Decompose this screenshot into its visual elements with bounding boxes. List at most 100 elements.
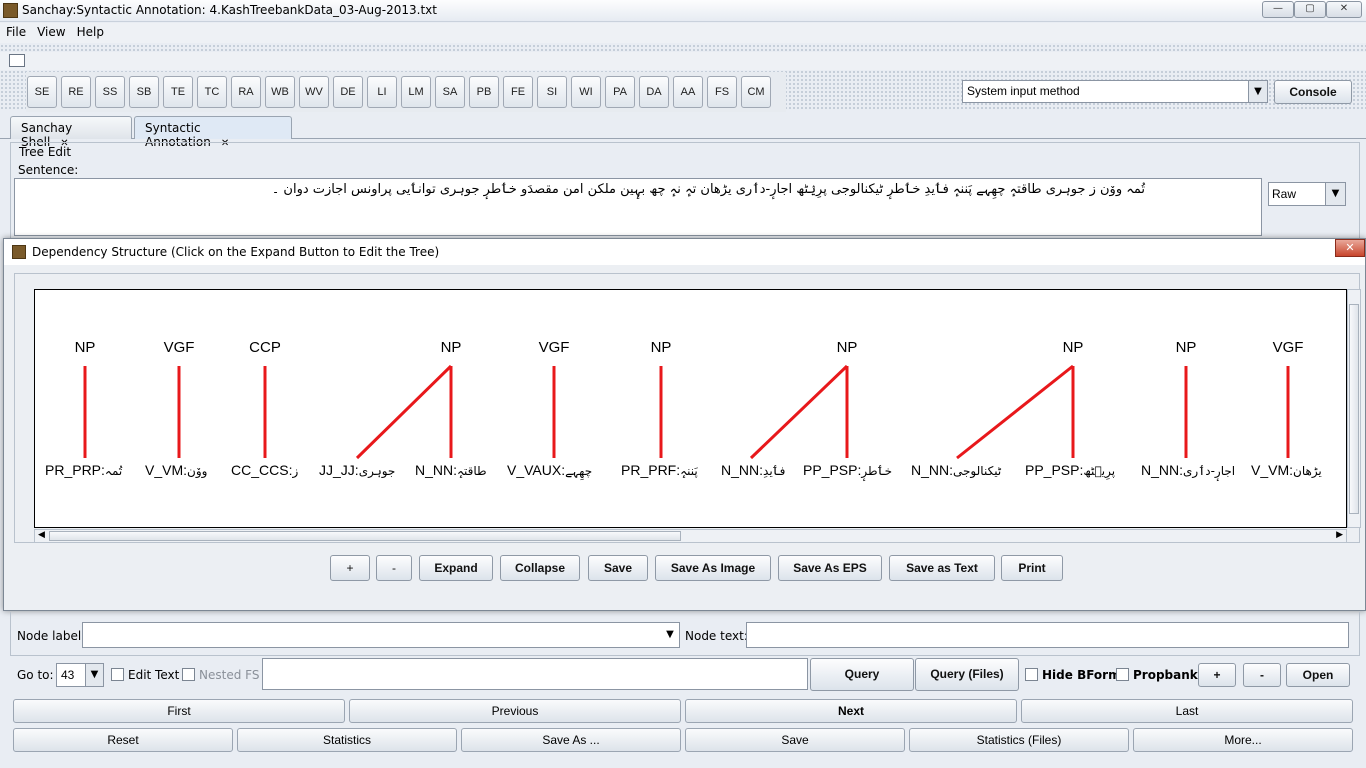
toolbar-button-aa[interactable]: AA bbox=[673, 76, 703, 108]
scrollbar-thumb[interactable] bbox=[49, 531, 681, 541]
toolbar-button-re[interactable]: RE bbox=[61, 76, 91, 108]
chevron-down-icon[interactable]: ▼ bbox=[1325, 183, 1345, 205]
menu-file[interactable]: File bbox=[0, 23, 31, 39]
query-button[interactable]: Query bbox=[810, 658, 914, 691]
toolbar-button-lm[interactable]: LM bbox=[401, 76, 431, 108]
chevron-down-icon[interactable]: ▼ bbox=[661, 623, 679, 647]
add-button[interactable]: + bbox=[1198, 663, 1236, 687]
leaf-node[interactable]: V_VAUX:چھِہے bbox=[507, 462, 592, 478]
dialog-close-button[interactable]: ✕ bbox=[1335, 239, 1365, 257]
input-method-select[interactable]: System input method ▼ bbox=[962, 80, 1268, 103]
scrollbar-thumb[interactable] bbox=[1349, 304, 1359, 514]
phrase-node[interactable]: VGF bbox=[1258, 339, 1318, 356]
toolbar-button-cm[interactable]: CM bbox=[741, 76, 771, 108]
format-select[interactable]: Raw ▼ bbox=[1268, 182, 1346, 206]
statistics-files-button[interactable]: Statistics (Files) bbox=[909, 728, 1129, 752]
toolbar-button-wi[interactable]: WI bbox=[571, 76, 601, 108]
expand-button[interactable]: Expand bbox=[419, 555, 493, 581]
toolbar-button-tc[interactable]: TC bbox=[197, 76, 227, 108]
leaf-node[interactable]: N_NN:فٲیدِ bbox=[721, 462, 785, 478]
dependency-tree-canvas[interactable]: NP VGF CCP NP VGF NP NP NP NP VGF PR_PRP:تُمہ V_VM:… bbox=[34, 289, 1347, 528]
toolbar-button-te[interactable]: TE bbox=[163, 76, 193, 108]
leaf-node[interactable]: V_VM:ووٚن bbox=[145, 462, 207, 478]
menu-view[interactable]: View bbox=[31, 23, 70, 39]
zoom-in-button[interactable]: + bbox=[330, 555, 370, 581]
next-button[interactable]: Next bbox=[685, 699, 1017, 723]
toolbar-button-ss[interactable]: SS bbox=[95, 76, 125, 108]
toolbar-button-wv[interactable]: WV bbox=[299, 76, 329, 108]
open-button[interactable]: Open bbox=[1286, 663, 1350, 687]
last-button[interactable]: Last bbox=[1021, 699, 1353, 723]
toolbar-button-ra[interactable]: RA bbox=[231, 76, 261, 108]
reset-button[interactable]: Reset bbox=[13, 728, 233, 752]
toolbar-button-de[interactable]: DE bbox=[333, 76, 363, 108]
save-as-eps-button[interactable]: Save As EPS bbox=[778, 555, 882, 581]
propbank-checkbox[interactable] bbox=[1116, 668, 1129, 681]
tab-sanchay-shell[interactable]: Sanchay Shell ✕ bbox=[10, 116, 132, 149]
toolbar-button-si[interactable]: SI bbox=[537, 76, 567, 108]
toolbar-button-fs[interactable]: FS bbox=[707, 76, 737, 108]
toolbar-button-sb[interactable]: SB bbox=[129, 76, 159, 108]
toolbar-button-li[interactable]: LI bbox=[367, 76, 397, 108]
goto-select[interactable]: 43 ▼ bbox=[56, 663, 104, 687]
vertical-scrollbar[interactable] bbox=[1347, 289, 1361, 528]
toolbar-button-fe[interactable]: FE bbox=[503, 76, 533, 108]
menu-help[interactable]: Help bbox=[71, 23, 109, 39]
query-files-button[interactable]: Query (Files) bbox=[915, 658, 1019, 691]
chevron-down-icon[interactable]: ▼ bbox=[85, 664, 103, 686]
phrase-node[interactable]: NP bbox=[1043, 339, 1103, 356]
statistics-button[interactable]: Statistics bbox=[237, 728, 457, 752]
horizontal-scrollbar[interactable]: ◀ ▶ bbox=[34, 529, 1347, 543]
toolbar-button-pa[interactable]: PA bbox=[605, 76, 635, 108]
minimize-button[interactable]: — bbox=[1262, 1, 1294, 18]
phrase-node[interactable]: VGF bbox=[524, 339, 584, 356]
phrase-node[interactable]: NP bbox=[817, 339, 877, 356]
edit-text-checkbox[interactable] bbox=[111, 668, 124, 681]
remove-button[interactable]: - bbox=[1243, 663, 1281, 687]
toolbar-button-wb[interactable]: WB bbox=[265, 76, 295, 108]
toolbar-button-se[interactable]: SE bbox=[27, 76, 57, 108]
leaf-node[interactable]: PP_PSP:خٲطرٕ bbox=[803, 462, 892, 478]
leaf-node[interactable]: V_VM:یڑھان bbox=[1251, 462, 1322, 478]
toolbar-button-pb[interactable]: PB bbox=[469, 76, 499, 108]
chevron-down-icon[interactable]: ▼ bbox=[1248, 81, 1267, 102]
phrase-node[interactable]: VGF bbox=[149, 339, 209, 356]
sentence-textarea[interactable]: تُمہ ووٚن ز جوہری طاقتہٕ چھِہے پَننہٕ فٲ… bbox=[14, 178, 1262, 236]
collapse-button[interactable]: Collapse bbox=[500, 555, 580, 581]
phrase-node[interactable]: NP bbox=[631, 339, 691, 356]
scroll-right-icon[interactable]: ▶ bbox=[1336, 530, 1343, 540]
phrase-node[interactable]: NP bbox=[421, 339, 481, 356]
maximize-button[interactable]: ▢ bbox=[1294, 1, 1326, 18]
previous-button[interactable]: Previous bbox=[349, 699, 681, 723]
scroll-left-icon[interactable]: ◀ bbox=[38, 530, 45, 540]
save-button[interactable]: Save bbox=[685, 728, 905, 752]
leaf-node[interactable]: PP_PSP:پرِیٛٹھ bbox=[1025, 462, 1115, 478]
zoom-out-button[interactable]: - bbox=[376, 555, 412, 581]
phrase-node[interactable]: NP bbox=[55, 339, 115, 356]
first-button[interactable]: First bbox=[13, 699, 345, 723]
save-as-text-button[interactable]: Save as Text bbox=[889, 555, 995, 581]
print-button[interactable]: Print bbox=[1001, 555, 1063, 581]
tab-syntactic-annotation[interactable]: Syntactic Annotation ✕ bbox=[134, 116, 292, 149]
save-as-image-button[interactable]: Save As Image bbox=[655, 555, 771, 581]
more-button[interactable]: More... bbox=[1133, 728, 1353, 752]
close-button[interactable]: ✕ bbox=[1326, 1, 1362, 18]
console-button[interactable]: Console bbox=[1274, 80, 1352, 104]
save-button[interactable]: Save bbox=[588, 555, 648, 581]
nested-fs-checkbox[interactable] bbox=[182, 668, 195, 681]
leaf-node[interactable]: N_NN:اجارٕ-دٲری bbox=[1141, 462, 1235, 478]
hide-bform-checkbox[interactable] bbox=[1025, 668, 1038, 681]
toolbar-button-da[interactable]: DA bbox=[639, 76, 669, 108]
node-text-field[interactable] bbox=[746, 622, 1349, 648]
leaf-node[interactable]: PR_PRF:پَننہٕ bbox=[621, 462, 698, 478]
leaf-node[interactable]: N_NN:ٹیکنالوجی bbox=[911, 462, 1001, 478]
query-input[interactable] bbox=[262, 658, 808, 690]
leaf-node[interactable]: N_NN:طاقتہٕ bbox=[415, 462, 487, 478]
leaf-node[interactable]: JJ_JJ:جوہری bbox=[319, 462, 395, 478]
leaf-node[interactable]: PR_PRP:تُمہ bbox=[45, 462, 122, 478]
phrase-node[interactable]: CCP bbox=[235, 339, 295, 356]
leaf-node[interactable]: CC_CCS:ز bbox=[231, 462, 298, 478]
save-as-button[interactable]: Save As ... bbox=[461, 728, 681, 752]
toolbar-button-sa[interactable]: SA bbox=[435, 76, 465, 108]
node-label-select[interactable]: ▼ bbox=[82, 622, 680, 648]
